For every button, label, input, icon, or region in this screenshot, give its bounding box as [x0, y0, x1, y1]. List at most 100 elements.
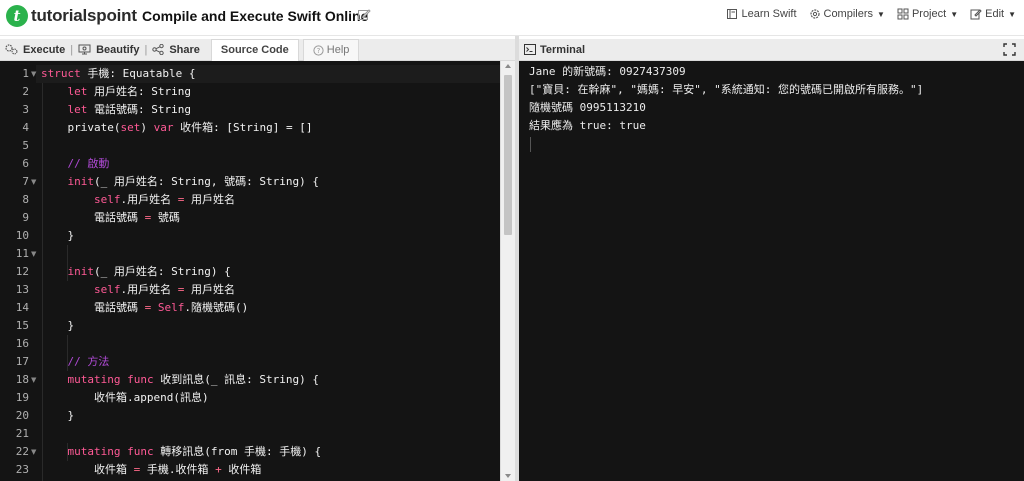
edit-icon	[970, 9, 982, 20]
code-line: 電話號碼 = Self.隨機號碼()	[41, 301, 249, 314]
fold-arrow-icon[interactable]: ▼	[31, 65, 37, 83]
code-line: self.用戶姓名 = 用戶姓名	[93, 193, 235, 206]
compilers-menu[interactable]: Compilers ▼	[809, 8, 885, 20]
code-editor[interactable]: 1 ▼ 2 3 4 5 6 7 ▼ 8 9 10 11 ▼ 12 13 14 15 16 17 18 ▼ 19 20 21 22 ▼…	[0, 61, 500, 481]
learn-swift-label: Learn Swift	[741, 8, 797, 20]
beautify-icon	[78, 44, 91, 55]
book-icon	[727, 9, 738, 19]
tab-help[interactable]: ? Help	[302, 38, 360, 61]
line-number: 23	[15, 463, 29, 476]
pencil-icon[interactable]	[357, 8, 371, 22]
code-line: 收件箱.append(訊息)	[41, 391, 209, 404]
learn-swift-link[interactable]: Learn Swift	[726, 8, 797, 20]
project-menu[interactable]: Project ▼	[897, 8, 958, 20]
code-line: // 啟動	[67, 157, 110, 170]
page-title: Compile and Execute Swift Online	[142, 8, 369, 24]
line-number: 22	[15, 445, 29, 458]
logo-text: tutorialspoint	[31, 6, 137, 25]
code-line: init(_ 用戶姓名: String, 號碼: String) {	[67, 175, 319, 188]
line-number: 11	[15, 247, 29, 260]
terminal-line: 隨機號碼 0995113210	[529, 101, 646, 114]
code-line: struct 手機: Equatable {	[41, 67, 196, 80]
scrollbar-thumb[interactable]	[504, 75, 512, 235]
edit-label: Edit	[985, 8, 1005, 20]
code-line: let 電話號碼: String	[67, 103, 191, 116]
fold-arrow-icon[interactable]: ▼	[31, 173, 37, 191]
gear-icon	[809, 9, 820, 19]
code-line: private(set) var 收件箱: [String] = []	[41, 121, 313, 134]
line-number: 12	[15, 265, 29, 278]
line-number: 2	[22, 85, 29, 98]
terminal-title: Terminal	[540, 43, 586, 56]
code-line: mutating func 收到訊息(_ 訊息: String) {	[67, 373, 319, 386]
fold-arrow-icon[interactable]: ▼	[31, 443, 37, 461]
editor-toolbar: Execute | Beautify | Share Source Code ?…	[0, 38, 515, 61]
line-number: 18	[15, 373, 29, 386]
scroll-up-arrow-icon[interactable]	[505, 64, 511, 68]
compilers-label: Compilers	[823, 8, 874, 20]
line-number: 13	[15, 283, 29, 296]
svg-text:?: ?	[316, 47, 320, 55]
line-number: 14	[15, 301, 29, 314]
code-line: self.用戶姓名 = 用戶姓名	[93, 283, 235, 296]
line-number-gutter: 1 ▼ 2 3 4 5 6 7 ▼ 8 9 10 11 ▼ 12 13 14 15 16 17 18 ▼ 19 20 21 22 ▼…	[0, 61, 36, 481]
line-number: 5	[22, 139, 29, 152]
terminal-icon	[524, 44, 536, 55]
code-line: mutating func 轉移訊息(from 手機: 手機) {	[67, 445, 322, 458]
share-button[interactable]: Share	[147, 39, 205, 61]
code-line: // 方法	[67, 355, 110, 368]
gears-icon	[5, 44, 18, 55]
help-label: Help	[326, 44, 350, 56]
line-number: 3	[22, 103, 29, 116]
line-number: 1	[22, 67, 29, 80]
code-line: }	[41, 409, 75, 422]
caret-down-icon: ▼	[877, 9, 885, 19]
terminal-line: ["寶貝: 在幹麻", "媽媽: 早安", "系統通知: 您的號碼已開啟所有服務…	[529, 83, 924, 96]
line-number: 10	[15, 229, 29, 242]
terminal-line: 結果應為 true: true	[529, 119, 646, 132]
execute-button[interactable]: Execute	[0, 39, 70, 61]
project-label: Project	[911, 8, 947, 20]
tab-source-code[interactable]: Source Code	[210, 38, 299, 61]
terminal-cursor	[530, 137, 531, 152]
grid-icon	[897, 8, 909, 20]
terminal-line: Jane 的新號碼: 0927437309	[529, 65, 686, 78]
fold-arrow-icon[interactable]: ▼	[31, 371, 37, 389]
execute-label: Execute	[23, 43, 66, 56]
code-line: }	[41, 229, 75, 242]
beautify-label: Beautify	[96, 43, 140, 56]
edit-menu[interactable]: Edit ▼	[970, 8, 1016, 20]
fold-arrow-icon[interactable]: ▼	[31, 245, 37, 263]
line-number: 9	[22, 211, 29, 224]
scroll-down-arrow-icon[interactable]	[505, 474, 511, 478]
editor-scrollbar[interactable]	[500, 61, 515, 481]
terminal-output[interactable]: Jane 的新號碼: 0927437309 ["寶貝: 在幹麻", "媽媽: 早…	[519, 61, 1024, 481]
top-nav: Learn Swift Compilers ▼ Project ▼ Edit ▼	[714, 8, 1016, 20]
line-number: 19	[15, 391, 29, 404]
help-icon: ?	[313, 44, 324, 56]
logo-mark-icon: t	[6, 5, 28, 27]
line-number: 17	[15, 355, 29, 368]
line-number: 20	[15, 409, 29, 422]
line-number: 8	[22, 193, 29, 206]
beautify-button[interactable]: Beautify	[73, 39, 144, 61]
code-line: 電話號碼 = 號碼	[41, 211, 180, 224]
caret-down-icon: ▼	[950, 9, 959, 19]
caret-down-icon: ▼	[1008, 9, 1016, 19]
code-line: 收件箱 = 手機.收件箱 + 收件箱	[41, 463, 262, 476]
code-line: let 用戶姓名: String	[67, 85, 191, 98]
share-icon	[152, 44, 165, 55]
code-line: init(_ 用戶姓名: String) {	[67, 265, 231, 278]
line-number: 6	[22, 157, 29, 170]
code-line: }	[41, 319, 75, 332]
line-number: 4	[22, 121, 29, 134]
line-number: 21	[15, 427, 29, 440]
tutorialspoint-logo[interactable]: t tutorialspoint	[6, 4, 137, 28]
top-header: t tutorialspoint Compile and Execute Swi…	[0, 0, 1024, 36]
fullscreen-icon[interactable]	[1003, 43, 1016, 56]
terminal-header: Terminal	[519, 39, 1024, 61]
line-number: 7	[22, 175, 29, 188]
share-label: Share	[169, 43, 200, 56]
line-number: 16	[15, 337, 29, 350]
line-number: 15	[15, 319, 29, 332]
